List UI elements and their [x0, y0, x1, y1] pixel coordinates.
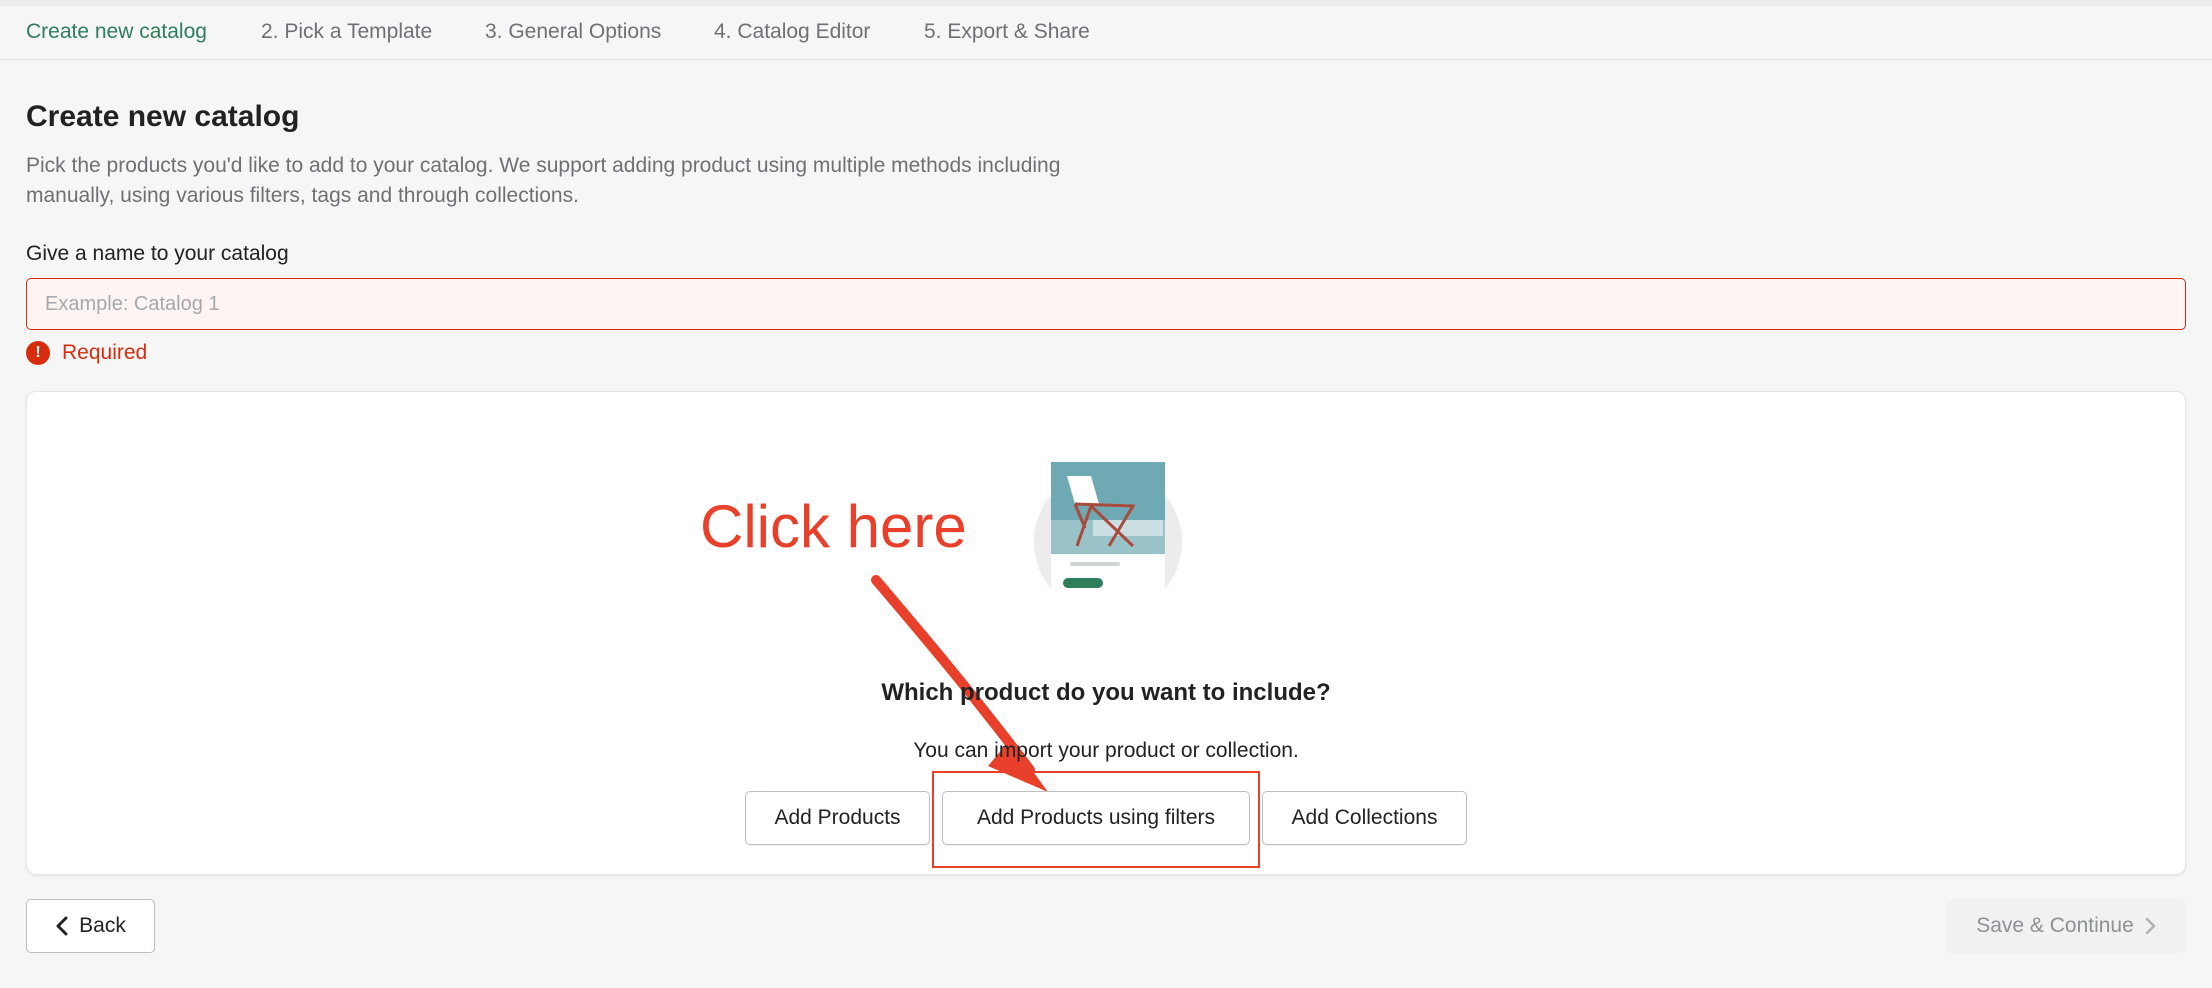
add-products-button[interactable]: Add Products [745, 791, 930, 845]
page-title: Create new catalog [26, 100, 300, 133]
error-icon: ! [26, 341, 50, 365]
stepper-nav: Create new catalog 2. Pick a Template 3.… [0, 6, 2212, 60]
annotation-highlight-box [932, 771, 1260, 868]
chevron-left-icon [56, 916, 68, 936]
step-export-share[interactable]: 5. Export & Share [924, 20, 1090, 44]
empty-state-subtitle: You can import your product or collectio… [913, 739, 1299, 762]
save-button-label: Save & Continue [1976, 914, 2134, 937]
back-button-label: Back [79, 914, 126, 937]
back-button[interactable]: Back [26, 899, 155, 953]
step-create-catalog[interactable]: Create new catalog [26, 20, 207, 44]
step-catalog-editor[interactable]: 4. Catalog Editor [714, 20, 870, 44]
save-continue-button[interactable]: Save & Continue [1946, 899, 2186, 953]
catalog-name-label: Give a name to your catalog [26, 242, 289, 265]
step-pick-template[interactable]: 2. Pick a Template [261, 20, 432, 44]
click-here-annotation: Click here [700, 493, 967, 560]
required-error: ! Required [26, 339, 147, 367]
page-description: Pick the products you'd like to add to y… [26, 154, 1061, 207]
chevron-right-icon [2145, 917, 2156, 935]
empty-state-title: Which product do you want to include? [881, 679, 1331, 706]
add-collections-button[interactable]: Add Collections [1262, 791, 1467, 845]
error-text: Required [62, 341, 148, 364]
catalog-name-input[interactable] [26, 278, 2186, 330]
step-general-options[interactable]: 3. General Options [485, 20, 661, 44]
